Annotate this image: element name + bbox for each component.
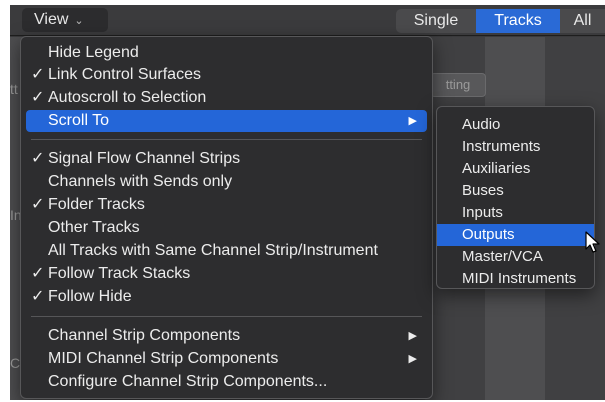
submenu-item-outputs[interactable]: Outputs — [437, 224, 594, 246]
checkmark-icon: ✓ — [31, 288, 45, 305]
menu-item-autoscroll-to-selection[interactable]: ✓ Autoscroll to Selection — [26, 87, 427, 109]
background-text: tt — [10, 81, 18, 97]
view-menu-label: View — [34, 11, 69, 28]
submenu-item-midi-instruments[interactable]: MIDI Instruments — [437, 268, 594, 290]
view-dropdown-menu: Hide Legend ✓ Link Control Surfaces ✓ Au… — [20, 36, 433, 399]
checkmark-icon: ✓ — [31, 66, 45, 83]
menu-item-label: All Tracks with Same Channel Strip/Instr… — [48, 242, 378, 259]
mixer-window: tting tt In C View ⌄ Single Tracks All Hi… — [10, 5, 605, 400]
checkmark-icon: ✓ — [31, 196, 45, 213]
menu-separator — [31, 139, 422, 140]
checkmark-icon: ✓ — [31, 150, 45, 167]
view-menu-button[interactable]: View ⌄ — [22, 8, 108, 32]
submenu-item-buses[interactable]: Buses — [437, 180, 594, 202]
submenu-arrow-icon: ▶ — [408, 330, 417, 342]
menu-item-label: Autoscroll to Selection — [48, 89, 207, 106]
submenu-arrow-icon: ▶ — [408, 115, 417, 127]
submenu-arrow-icon: ▶ — [408, 353, 417, 365]
submenu-item-inputs[interactable]: Inputs — [437, 202, 594, 224]
mouse-pointer-icon — [585, 231, 600, 253]
menu-item-configure-channel-strip-components[interactable]: Configure Channel Strip Components... — [26, 371, 427, 393]
menu-item-label: Follow Track Stacks — [48, 265, 191, 282]
background-setting-button[interactable]: tting — [430, 73, 486, 97]
menu-item-label: MIDI Channel Strip Components — [48, 350, 279, 367]
menu-item-follow-hide[interactable]: ✓ Follow Hide — [26, 286, 427, 308]
menu-item-link-control-surfaces[interactable]: ✓ Link Control Surfaces — [26, 64, 427, 86]
menu-item-label: Hide Legend — [48, 44, 139, 61]
submenu-item-instruments[interactable]: Instruments — [437, 136, 594, 158]
background-text: C — [10, 355, 21, 371]
menu-item-label: Other Tracks — [48, 219, 140, 236]
menu-item-label: Link Control Surfaces — [48, 66, 201, 83]
menu-item-label: Channels with Sends only — [48, 173, 233, 190]
submenu-item-auxiliaries[interactable]: Auxiliaries — [437, 158, 594, 180]
menu-item-channels-with-sends-only[interactable]: Channels with Sends only — [26, 171, 427, 193]
menu-item-label: Follow Hide — [48, 288, 132, 305]
submenu-item-audio[interactable]: Audio — [437, 114, 594, 136]
menu-item-follow-track-stacks[interactable]: ✓ Follow Track Stacks — [26, 263, 427, 285]
segment-single[interactable]: Single — [396, 9, 476, 33]
chevron-down-icon: ⌄ — [74, 15, 84, 27]
menu-item-label: Channel Strip Components — [48, 327, 241, 344]
toolbar: View ⌄ Single Tracks All — [10, 5, 605, 36]
menu-item-label: Signal Flow Channel Strips — [48, 150, 241, 167]
segment-all[interactable]: All — [560, 9, 605, 33]
menu-item-signal-flow-channel-strips[interactable]: ✓ Signal Flow Channel Strips — [26, 148, 427, 170]
menu-item-channel-strip-components[interactable]: Channel Strip Components ▶ — [26, 325, 427, 347]
menu-item-other-tracks[interactable]: Other Tracks — [26, 217, 427, 239]
submenu-item-master-vca[interactable]: Master/VCA — [437, 246, 594, 268]
checkmark-icon: ✓ — [31, 265, 45, 282]
scroll-to-submenu: Audio Instruments Auxiliaries Buses Inpu… — [436, 106, 595, 289]
segment-tracks[interactable]: Tracks — [476, 9, 560, 33]
menu-item-scroll-to[interactable]: Scroll To ▶ — [26, 110, 427, 132]
menu-separator — [31, 316, 422, 317]
menu-item-label: Folder Tracks — [48, 196, 145, 213]
menu-item-label: Configure Channel Strip Components... — [48, 373, 328, 390]
menu-item-folder-tracks[interactable]: ✓ Folder Tracks — [26, 194, 427, 216]
menu-item-all-tracks-same-strip[interactable]: All Tracks with Same Channel Strip/Instr… — [26, 240, 427, 262]
checkmark-icon: ✓ — [31, 89, 45, 106]
menu-item-midi-channel-strip-components[interactable]: MIDI Channel Strip Components ▶ — [26, 348, 427, 370]
menu-item-label: Scroll To — [48, 112, 110, 129]
menu-item-hide-legend[interactable]: Hide Legend — [26, 42, 427, 64]
